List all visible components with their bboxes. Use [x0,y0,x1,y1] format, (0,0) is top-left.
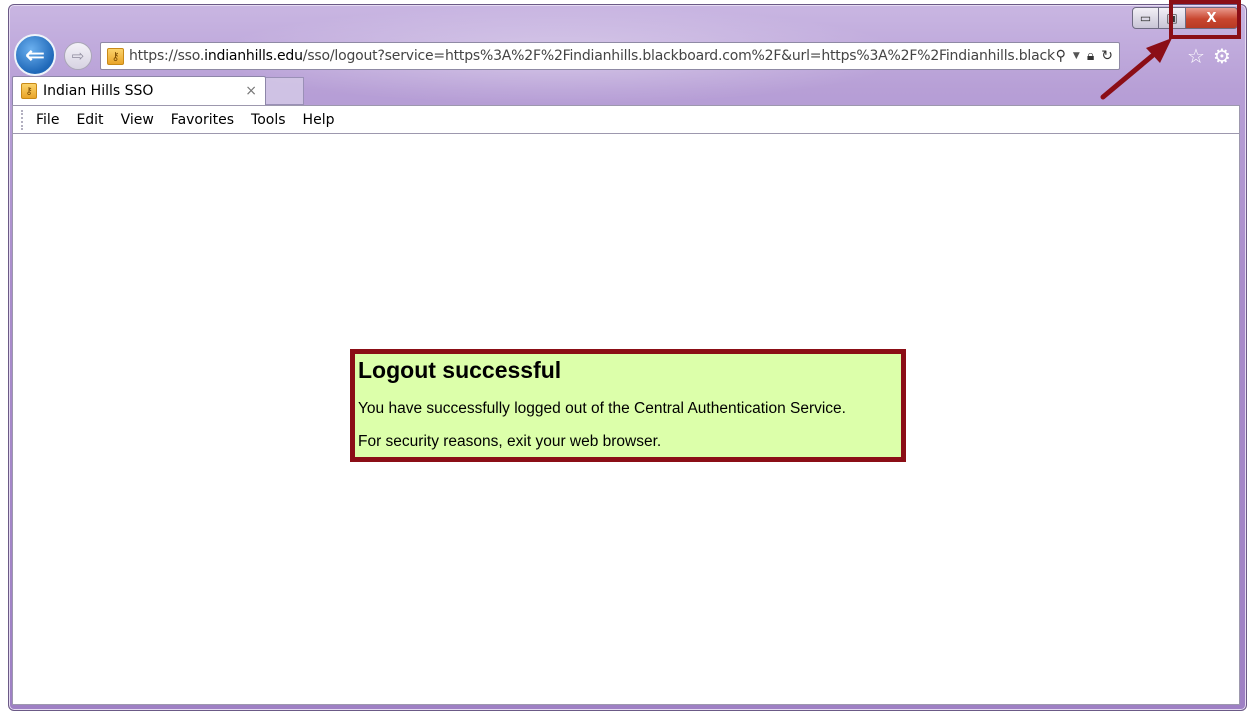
tab-close-icon[interactable]: × [245,83,257,99]
page-content: Logout successful You have successfully … [12,134,1240,705]
tab-title: Indian Hills SSO [43,83,154,99]
menu-edit[interactable]: Edit [76,112,103,128]
star-icon[interactable]: ☆ [1187,44,1205,68]
lock-icon[interactable]: 🔒︎ [1087,48,1094,64]
gear-icon[interactable]: ⚙ [1213,44,1231,68]
forward-button[interactable]: ⇨ [64,42,92,70]
toolbar-right-icons: ☆ ⚙ [1165,44,1231,68]
address-bar[interactable]: ⚷ https://sso.indianhills.edu/sso/logout… [100,42,1120,70]
minimize-button[interactable]: ▭ [1132,7,1159,29]
menu-bar: File Edit View Favorites Tools Help [12,105,1240,134]
close-icon: X [1206,10,1217,26]
minimize-icon: ▭ [1139,11,1152,25]
menu-view[interactable]: View [121,112,154,128]
new-tab-button[interactable] [266,77,304,105]
close-button[interactable]: X [1186,7,1238,29]
maximize-button[interactable]: ▣ [1159,7,1186,29]
menu-file[interactable]: File [36,112,59,128]
menu-tools[interactable]: Tools [251,112,286,128]
refresh-icon[interactable]: ↻ [1101,48,1113,64]
tab-indian-hills-sso[interactable]: ⚷ Indian Hills SSO × [12,76,266,105]
logout-message: You have successfully logged out of the … [358,400,846,417]
search-icon[interactable]: ⚲ [1056,48,1066,64]
url-path: /sso/logout?service=https%3A%2F%2Findian… [302,48,1055,64]
site-favicon-icon: ⚷ [107,47,124,65]
url-protocol: https://sso. [129,48,205,64]
page-title: Logout successful [358,357,562,383]
url-domain: indianhills.edu [204,48,303,64]
home-icon[interactable] [1165,44,1179,68]
tab-favicon-icon: ⚷ [21,83,37,99]
address-tools: ⚲ ▼ 🔒︎ ↻ [1056,48,1119,64]
forward-arrow-icon: ⇨ [71,47,85,65]
menu-favorites[interactable]: Favorites [171,112,234,128]
maximize-icon: ▣ [1166,11,1178,25]
security-message: For security reasons, exit your web brow… [358,433,662,450]
back-arrow-icon: ⇐ [24,41,46,69]
menu-help[interactable]: Help [303,112,335,128]
logout-message-box: Logout successful You have successfully … [350,349,906,462]
chevron-down-icon[interactable]: ▼ [1073,51,1080,61]
url-input[interactable]: https://sso.indianhills.edu/sso/logout?s… [129,48,1056,64]
menu-grip [21,109,24,130]
caption-buttons: ▭ ▣ X [1132,7,1238,29]
back-button[interactable]: ⇐ [14,34,56,76]
